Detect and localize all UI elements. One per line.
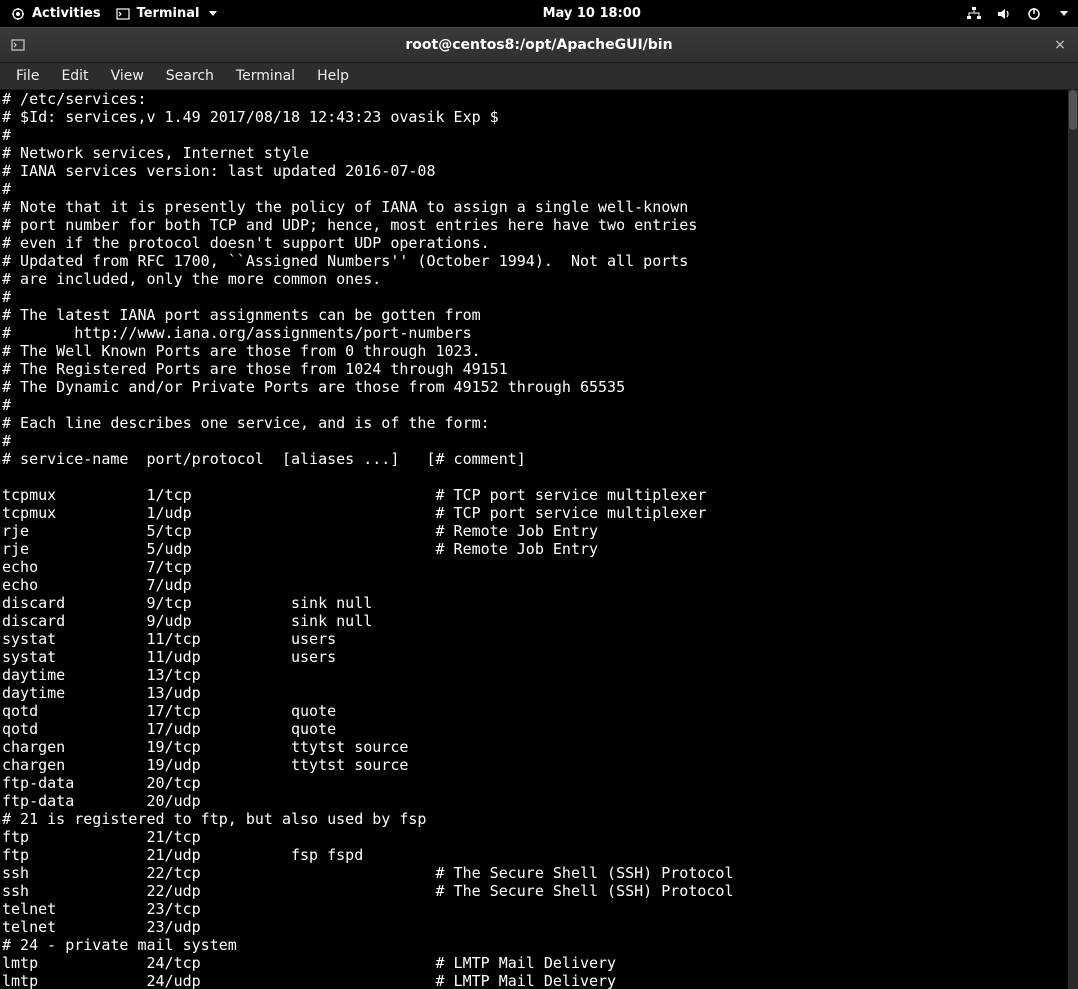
chevron-down-icon[interactable] — [1060, 11, 1068, 16]
close-button[interactable]: × — [1050, 35, 1070, 55]
gnome-topbar: Activities Terminal May 10 18:00 — [0, 0, 1078, 27]
chevron-down-icon — [209, 11, 217, 16]
menu-search[interactable]: Search — [156, 65, 224, 87]
datetime-label: May 10 18:00 — [543, 6, 641, 21]
network-icon[interactable] — [966, 6, 982, 22]
window-titlebar[interactable]: root@centos8:/opt/ApacheGUI/bin × — [0, 27, 1078, 63]
scrollbar-thumb[interactable] — [1069, 90, 1077, 130]
activities-icon — [10, 6, 26, 22]
terminal-content: # /etc/services: # $Id: services,v 1.49 … — [2, 90, 734, 989]
app-menu-label: Terminal — [137, 6, 200, 21]
terminal-icon — [115, 6, 131, 22]
topbar-right — [966, 6, 1068, 22]
terminal-icon — [10, 37, 26, 53]
menubar: File Edit View Search Terminal Help — [0, 63, 1078, 90]
menu-file[interactable]: File — [6, 65, 49, 87]
terminal-viewport[interactable]: # /etc/services: # $Id: services,v 1.49 … — [0, 90, 1078, 989]
menu-edit[interactable]: Edit — [51, 65, 98, 87]
topbar-clock[interactable]: May 10 18:00 — [217, 6, 966, 21]
volume-icon[interactable] — [996, 6, 1012, 22]
menu-terminal[interactable]: Terminal — [226, 65, 305, 87]
menu-help[interactable]: Help — [307, 65, 359, 87]
window-title: root@centos8:/opt/ApacheGUI/bin — [28, 37, 1050, 53]
topbar-left: Activities Terminal — [10, 6, 217, 22]
close-icon: × — [1054, 37, 1066, 53]
activities-label: Activities — [32, 6, 101, 21]
app-menu[interactable]: Terminal — [115, 6, 218, 22]
titlebar-app-icon — [8, 37, 28, 53]
activities-button[interactable]: Activities — [10, 6, 101, 22]
menu-view[interactable]: View — [101, 65, 154, 87]
power-icon[interactable] — [1026, 6, 1042, 22]
scrollbar[interactable] — [1068, 90, 1078, 989]
